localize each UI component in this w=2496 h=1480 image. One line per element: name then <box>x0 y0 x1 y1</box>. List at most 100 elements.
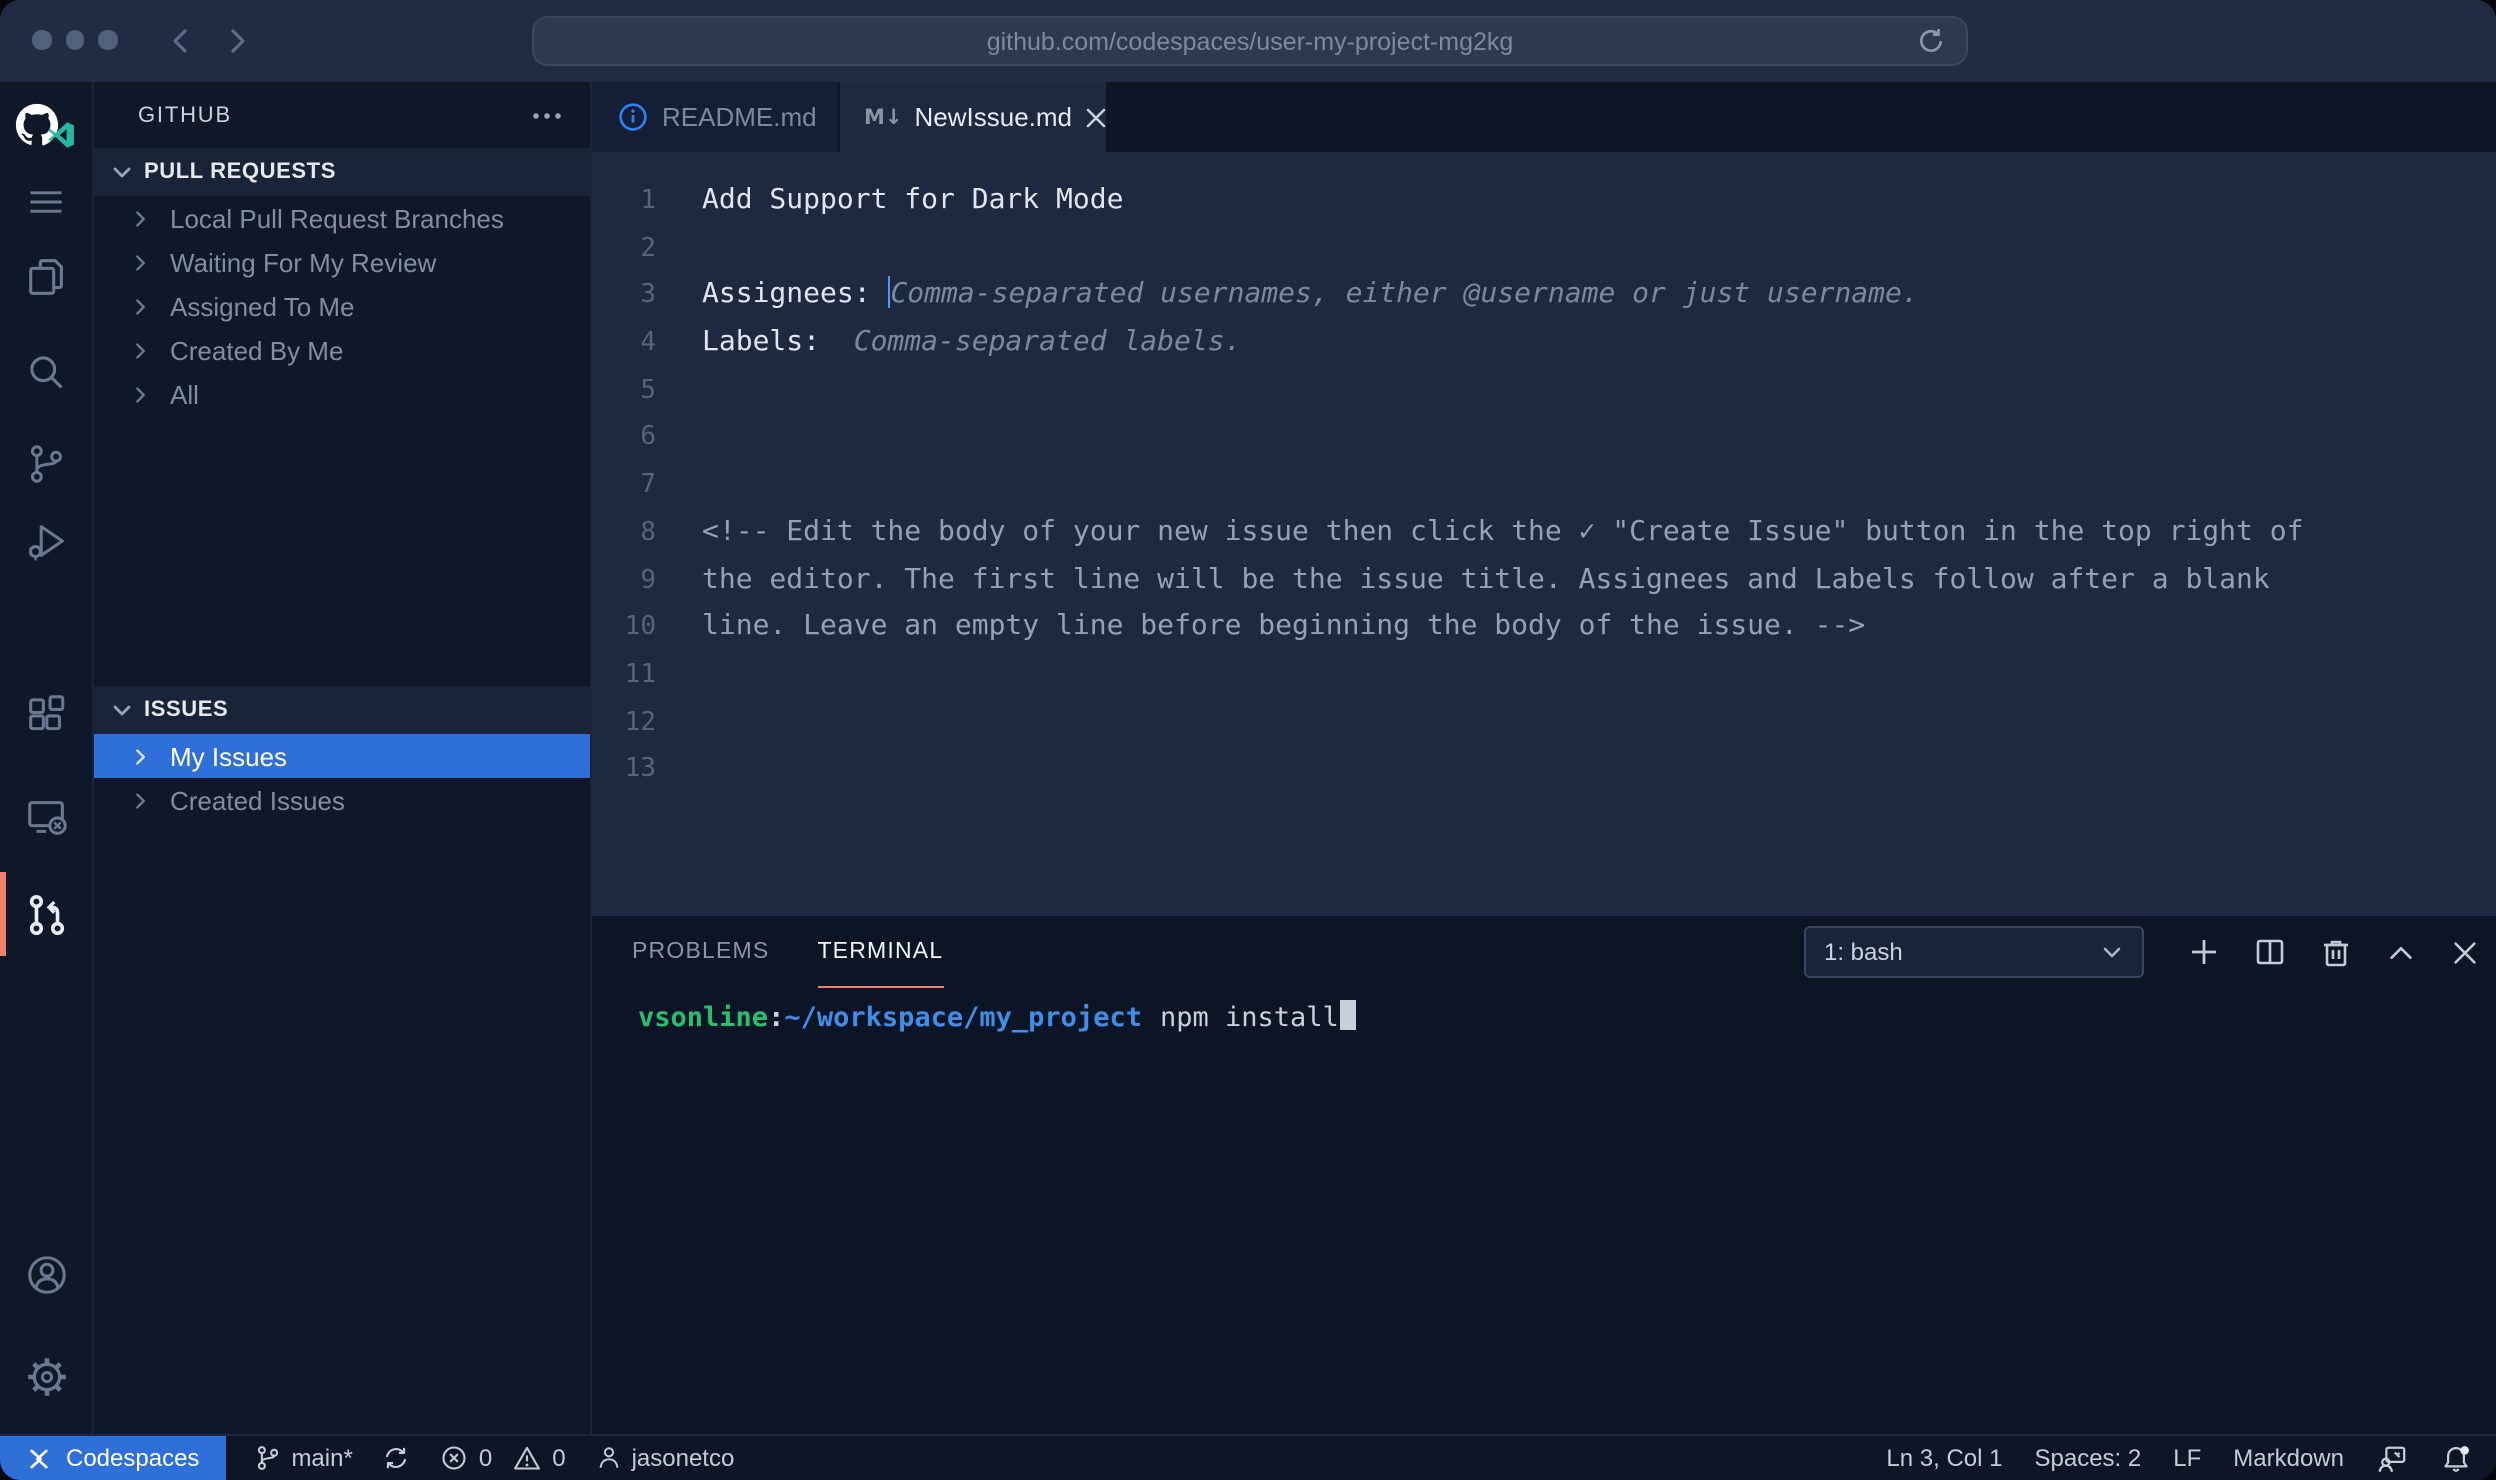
activity-bar <box>0 82 94 1434</box>
more-actions-icon[interactable] <box>532 111 562 119</box>
extensions-icon[interactable] <box>0 676 92 752</box>
split-terminal-icon[interactable] <box>2254 936 2286 968</box>
terminal-selector[interactable]: 1: bash <box>1804 926 2144 978</box>
line-number: 10 <box>592 604 656 651</box>
chevron-down-icon <box>110 698 134 722</box>
section-pull-requests[interactable]: PULL REQUESTS <box>94 148 590 196</box>
explorer-icon[interactable] <box>0 238 92 314</box>
eol-indicator[interactable]: LF <box>2173 1444 2201 1472</box>
editor-line[interactable]: 7 <box>592 462 2496 509</box>
tab-newissue[interactable]: M↓ NewIssue.md <box>840 82 1106 152</box>
editor-line[interactable]: 13 <box>592 747 2496 794</box>
tree-item-assigned-to-me[interactable]: Assigned To Me <box>94 284 590 328</box>
editor-line[interactable]: 9the editor. The first line will be the … <box>592 557 2496 604</box>
notifications-bell-icon[interactable] <box>2440 1443 2472 1473</box>
editor-line[interactable]: 12 <box>592 699 2496 746</box>
chevron-right-icon <box>130 251 152 273</box>
git-branch-icon <box>253 1444 281 1472</box>
panel-tab-label: PROBLEMS <box>632 939 769 963</box>
search-icon[interactable] <box>0 334 92 410</box>
line-number: 6 <box>592 415 656 462</box>
indentation[interactable]: Spaces: 2 <box>2035 1444 2142 1472</box>
feedback-icon[interactable] <box>2376 1443 2408 1473</box>
close-tab-icon[interactable] <box>1084 105 1108 129</box>
window-close-button[interactable] <box>32 30 51 49</box>
account-icon[interactable] <box>0 1236 92 1312</box>
chevron-down-icon <box>110 160 134 184</box>
tree-item-created-issues[interactable]: Created Issues <box>94 778 590 822</box>
codespaces-remote-button[interactable]: Codespaces <box>0 1436 225 1480</box>
chevron-right-icon <box>130 295 152 317</box>
section-issues[interactable]: ISSUES <box>94 686 590 734</box>
editor-line[interactable]: 11 <box>592 652 2496 699</box>
comment-text: <!-- Edit the body of your new issue the… <box>702 516 2303 548</box>
terminal-separator: : <box>768 1002 784 1034</box>
branch-indicator[interactable]: main* <box>253 1444 352 1472</box>
menu-icon[interactable] <box>0 164 92 240</box>
tree-item-my-issues[interactable]: My Issues <box>94 734 590 778</box>
tab-readme[interactable]: README.md <box>592 82 840 152</box>
user-indicator[interactable]: jasonetco <box>596 1444 735 1472</box>
source-control-icon[interactable] <box>0 426 92 502</box>
person-icon <box>596 1444 622 1472</box>
refresh-icon[interactable] <box>1916 26 1946 56</box>
window-zoom-button[interactable] <box>98 30 117 49</box>
tree-item-label: All <box>170 379 199 409</box>
editor[interactable]: 1Add Support for Dark Mode 2 3Assignees:… <box>592 152 2496 914</box>
chevron-right-icon <box>130 745 152 767</box>
new-terminal-icon[interactable] <box>2188 936 2220 968</box>
tab-problems[interactable]: PROBLEMS <box>632 916 769 988</box>
error-count: 0 <box>479 1444 492 1472</box>
sidebar-spacer <box>94 416 590 686</box>
line-number: 1 <box>592 178 656 225</box>
close-panel-icon[interactable] <box>2450 937 2480 967</box>
tree-item-label: My Issues <box>170 741 287 771</box>
sidebar-title: GITHUB <box>138 103 232 127</box>
bottom-panel: PROBLEMS TERMINAL 1: bash <box>592 914 2496 1434</box>
window-controls <box>32 30 117 49</box>
window-minimize-button[interactable] <box>65 30 84 49</box>
vscode-icon <box>46 120 76 150</box>
editor-line[interactable]: 3Assignees: Comma-separated usernames, e… <box>592 273 2496 320</box>
terminal-output[interactable]: vsonline:~/workspace/my_projectnpm insta… <box>592 988 2496 1034</box>
comment-text: the editor. The first line will be the i… <box>702 563 2270 595</box>
editor-line[interactable]: 5 <box>592 368 2496 415</box>
sync-icon[interactable] <box>383 1444 411 1472</box>
editor-line[interactable]: 8<!-- Edit the body of your new issue th… <box>592 510 2496 557</box>
maximize-panel-icon[interactable] <box>2386 937 2416 967</box>
editor-line[interactable]: 1Add Support for Dark Mode <box>592 178 2496 225</box>
status-bar: Codespaces main* 0 0 <box>0 1434 2496 1480</box>
kill-terminal-icon[interactable] <box>2320 936 2352 968</box>
sidebar-header: GITHUB <box>94 82 590 148</box>
tab-terminal[interactable]: TERMINAL <box>817 916 943 988</box>
tree-item-all[interactable]: All <box>94 372 590 416</box>
remote-explorer-icon[interactable] <box>0 778 92 854</box>
editor-line[interactable]: 4Labels: Comma-separated labels. <box>592 320 2496 367</box>
tree-item-local-pull-request-branches[interactable]: Local Pull Request Branches <box>94 196 590 240</box>
assignees-label: Assignees: <box>702 279 887 311</box>
address-bar[interactable]: github.com/codespaces/user-my-project-mg… <box>532 16 1968 66</box>
warning-count: 0 <box>552 1444 565 1472</box>
cursor-position[interactable]: Ln 3, Col 1 <box>1886 1444 2002 1472</box>
github-pull-requests-icon[interactable] <box>0 876 92 952</box>
tree-item-label: Waiting For My Review <box>170 247 436 277</box>
tree-item-created-by-me[interactable]: Created By Me <box>94 328 590 372</box>
line-number: 11 <box>592 652 656 699</box>
browser-back-button[interactable] <box>168 28 194 54</box>
section-label: PULL REQUESTS <box>144 160 336 184</box>
workbench: GITHUB PULL REQUESTS Local Pull Request … <box>0 82 2496 1434</box>
browser-forward-button[interactable] <box>224 28 250 54</box>
editor-line[interactable]: 10line. Leave an empty line before begin… <box>592 604 2496 651</box>
editor-line[interactable]: 2 <box>592 225 2496 272</box>
tree-item-waiting-for-my-review[interactable]: Waiting For My Review <box>94 240 590 284</box>
settings-gear-icon[interactable] <box>0 1338 92 1414</box>
language-mode[interactable]: Markdown <box>2233 1444 2344 1472</box>
tab-label: NewIssue.md <box>915 102 1073 132</box>
editor-line[interactable]: 6 <box>592 415 2496 462</box>
sidebar: GITHUB PULL REQUESTS Local Pull Request … <box>94 82 592 1434</box>
assignees-hint: Comma-separated usernames, either @usern… <box>890 279 1918 311</box>
run-and-debug-icon[interactable] <box>0 502 92 578</box>
problems-indicator[interactable]: 0 0 <box>441 1444 566 1472</box>
chevron-right-icon <box>130 339 152 361</box>
user-name: jasonetco <box>632 1444 735 1472</box>
